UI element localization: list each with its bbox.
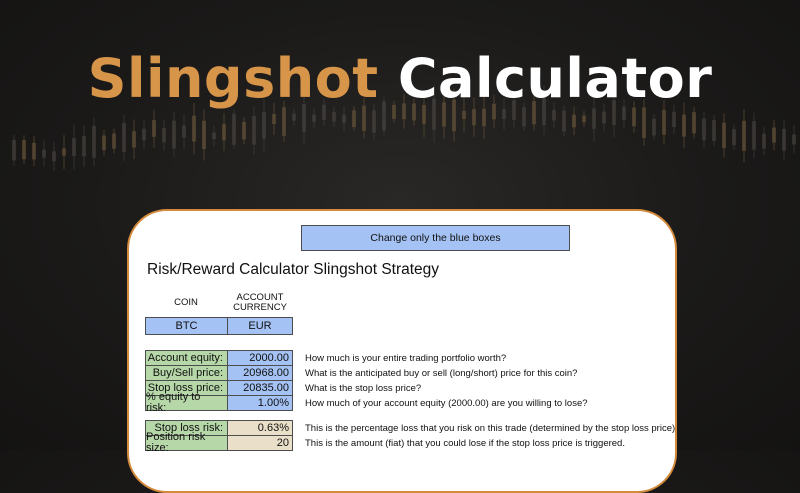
bg-candle-body [162,127,166,143]
bg-candle-body [702,118,706,141]
account-equity-label: Account equity: [145,350,228,366]
account-equity-desc: How much is your entire trading portfoli… [305,353,507,364]
bg-candle-body [212,132,216,140]
bg-candle-body [722,122,726,149]
coin-header: COIN [174,297,198,308]
bg-candle-body [332,111,336,122]
bg-candle-body [582,115,586,123]
equity-to-risk-label: % equity to risk: [145,392,228,414]
bg-candle-body [92,126,96,158]
bg-candle-body [52,151,56,162]
bg-candle-body [102,135,106,151]
bg-candle-body [562,110,566,132]
bg-candle-body [312,114,316,122]
bg-candle-body [762,133,766,149]
bg-candle-body [252,116,256,145]
currency-header: ACCOUNT CURRENCY [227,293,293,313]
equity-to-risk-input[interactable]: 1.00% [227,395,293,411]
bg-candle-body [502,109,506,120]
bg-candle-body [262,112,266,139]
currency-input[interactable]: EUR [227,317,293,335]
position-risk-size-label: Position risk size: [145,432,228,454]
bg-candle-body [62,148,66,156]
bg-candle-body [692,112,696,134]
bg-candle-body [152,120,156,137]
bg-candle-body [522,107,526,127]
bg-candle-body [142,128,146,141]
bg-candle-body [242,121,246,140]
bg-candle-body [82,136,86,157]
bg-candle-body [292,113,296,121]
bg-candle-body [482,108,486,127]
bg-candle-body [32,142,36,160]
bg-candle-body [632,107,636,127]
bg-candle-body [782,128,786,151]
bg-candle-body [192,115,196,142]
bg-candle-body [732,129,736,146]
bg-candle-body [232,113,236,145]
bg-candle-body [112,133,116,149]
bg-candle-body [472,109,476,126]
account-equity-input[interactable]: 2000.00 [227,350,293,366]
bg-candle-body [642,107,646,138]
position-risk-size-value: 20 [227,435,293,451]
bg-candle-body [712,120,716,141]
currency-header-line2: CURRENCY [233,301,287,313]
bg-candle-body [352,110,356,128]
bg-candle-body [172,120,176,149]
sheet-title: Risk/Reward Calculator Slingshot Strateg… [147,261,440,278]
position-risk-size-desc: This is the amount (fiat) that you could… [305,438,625,449]
spreadsheet-card: Change only the blue boxes Risk/Reward C… [127,209,677,493]
bg-candle-body [22,140,26,160]
bg-candle-body [672,111,676,128]
coin-input[interactable]: BTC [145,317,228,335]
buy-sell-price-label: Buy/Sell price: [145,365,228,381]
instruction-note: Change only the blue boxes [301,225,570,251]
bg-candle-body [132,131,136,148]
hero-title: Slingshot Calculator [0,52,800,106]
bg-candle-body [272,114,276,125]
buy-sell-price-input[interactable]: 20968.00 [227,365,293,381]
bg-candle-body [742,120,746,151]
bg-candle-body [282,107,286,136]
equity-to-risk-desc: How much of your account equity (2000.00… [305,398,588,409]
bg-candle-body [662,109,666,135]
bg-candle-body [752,121,756,150]
buy-sell-price-desc: What is the anticipated buy or sell (lon… [305,368,578,379]
bg-candle-body [202,120,206,150]
stop-loss-risk-value: 0.63% [227,420,293,436]
bg-candle-body [342,114,346,123]
bg-candle-body [122,123,126,153]
bg-candle-body [552,109,556,121]
bg-candle-body [42,149,46,158]
bg-candle-body [72,138,76,156]
bg-candle-body [652,118,656,136]
bg-candle-body [592,108,596,129]
stop-loss-price-input[interactable]: 20835.00 [227,380,293,396]
hero-title-word-calculator: Calculator [397,47,713,110]
bg-candle-body [462,110,466,119]
bg-candle-body [182,125,186,138]
bg-candle-body [222,124,226,141]
bg-candle-body [12,139,16,161]
stop-loss-price-desc: What is the stop loss price? [305,383,422,394]
bg-candle-body [682,114,686,137]
bg-candle-body [572,114,576,128]
stop-loss-risk-desc: This is the percentage loss that you ris… [305,423,676,434]
bg-candle-body [772,127,776,143]
bg-candle-body [372,110,376,133]
bg-candle-body [792,134,796,145]
hero-title-word-slingshot: Slingshot [87,47,379,110]
bg-candle-body [602,111,606,124]
